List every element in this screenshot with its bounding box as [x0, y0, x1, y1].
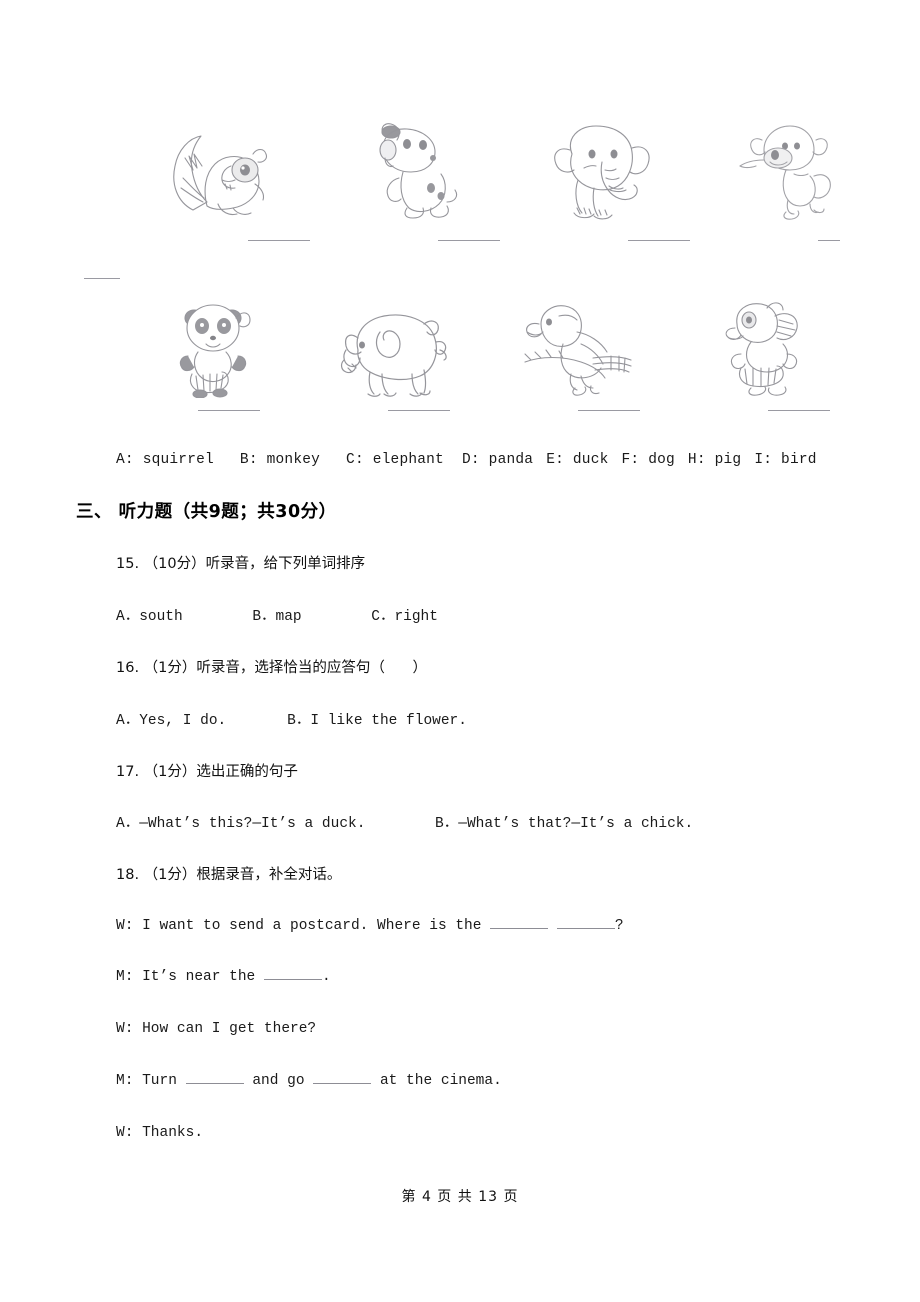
question-15-stem: 15. （10分）听录音，给下列单词排序	[116, 556, 366, 572]
dialogue-line-4-text-b: and go	[243, 1073, 314, 1089]
question-18-stem: 18. （1分）根据录音，补全对话。	[116, 867, 342, 883]
answer-key-f: F: dog	[621, 452, 675, 468]
dialogue-line-1-text-a: W: I want to send a postcard. Where is t…	[116, 918, 491, 934]
picture-cell-squirrel	[135, 118, 310, 228]
answer-key-b: B: monkey	[239, 452, 321, 468]
panda-drawing	[179, 304, 251, 398]
picture-blank-4-part-b[interactable]	[84, 278, 120, 279]
dialogue-blank-3[interactable]	[263, 979, 322, 980]
dialogue-line-1-gap	[548, 918, 557, 934]
answer-key-a: A: squirrel	[116, 452, 214, 468]
duck-drawing	[725, 302, 798, 396]
dog-drawing	[379, 123, 458, 219]
picture-row-2	[80, 298, 840, 428]
dialogue-line-2: M: It’s near the .	[116, 969, 331, 985]
question-18: 18. （1分）根据录音，补全对话。	[116, 865, 886, 885]
answer-key-h: H: pig	[687, 452, 742, 468]
dialogue-line-4-text-a: M: Turn	[116, 1073, 186, 1089]
question-15-options-text[interactable]: A．south B．map C．right	[116, 607, 886, 627]
dialogue-blank-1[interactable]	[490, 928, 549, 929]
answer-key-i: I: bird	[754, 452, 817, 468]
picture-cell-dog	[325, 118, 500, 228]
dialogue-line-1-text-c: ?	[614, 918, 624, 934]
picture-blank-3[interactable]	[628, 240, 690, 241]
question-16: 16. （1分）听录音，选择恰当的应答句（ ）	[116, 658, 886, 678]
dialogue-line-3: W: How can I get there?	[116, 1021, 317, 1037]
picture-cell-duck	[675, 298, 850, 408]
question-17-options-text[interactable]: A．—What’s this?—It’s a duck. B．—What’s t…	[116, 814, 886, 834]
question-17-options: A．—What’s this?—It’s a duck. B．—What’s t…	[116, 814, 886, 834]
question-16-stem: 16. （1分）听录音，选择恰当的应答句（ ）	[116, 660, 428, 676]
answer-key-e: E: duck	[546, 452, 609, 468]
dialogue-line-4-text-c: at the cinema.	[371, 1073, 502, 1089]
monkey-drawing	[739, 125, 831, 220]
picture-cell-bird	[490, 298, 665, 408]
dialogue-line-2-text-a: M: It’s near the	[116, 969, 264, 985]
picture-blank-5[interactable]	[198, 410, 260, 411]
answer-key-c: C: elephant	[346, 452, 444, 468]
picture-cell-elephant	[515, 118, 690, 228]
picture-row-1	[80, 118, 840, 248]
answer-key-d: D: panda	[461, 452, 534, 468]
dialogue-blank-2[interactable]	[556, 928, 615, 929]
picture-blank-2[interactable]	[438, 240, 500, 241]
question-17-stem: 17. （1分）选出正确的句子	[116, 764, 298, 780]
page-footer: 第 4 页 共 13 页	[401, 1189, 519, 1205]
dialogue-blank-5[interactable]	[313, 1083, 372, 1084]
question-15: 15. （10分）听录音，给下列单词排序	[116, 554, 886, 574]
picture-blank-6[interactable]	[388, 410, 450, 411]
picture-blank-4-part-a[interactable]	[818, 240, 840, 241]
elephant-drawing	[553, 125, 650, 220]
picture-cell-panda	[125, 298, 300, 408]
question-17: 17. （1分）选出正确的句子	[116, 762, 886, 782]
pig-drawing	[340, 314, 447, 397]
picture-blank-8[interactable]	[768, 410, 830, 411]
question-15-options: A．south B．map C．right	[116, 607, 886, 627]
dialogue-line-5: W: Thanks.	[116, 1125, 204, 1141]
squirrel-drawing	[172, 135, 267, 216]
question-16-options-text[interactable]: A．Yes, I do. B．I like the flower.	[116, 711, 886, 731]
picture-blank-1[interactable]	[248, 240, 310, 241]
exam-page: A: squirrel B: monkey C: elephant D: panda E…	[0, 0, 920, 1302]
dialogue-line-1: W: I want to send a postcard. Where is t…	[116, 918, 624, 934]
answer-key-row: A: squirrel B: monkey C: elephant D: panda E…	[116, 452, 817, 468]
picture-cell-monkey	[700, 118, 875, 228]
picture-matching-exercise	[0, 0, 920, 411]
dialogue-line-4: M: Turn and go at the cinema.	[116, 1073, 502, 1089]
dialogue-line-2-text-b: .	[321, 969, 331, 985]
picture-blank-7[interactable]	[578, 410, 640, 411]
question-16-options: A．Yes, I do. B．I like the flower.	[116, 711, 886, 731]
bird-drawing	[524, 305, 632, 396]
picture-cell-pig	[308, 298, 483, 408]
dialogue-blank-4[interactable]	[185, 1083, 244, 1084]
section-heading-listening: 三、 听力题（共9题；共30分）	[76, 502, 337, 522]
